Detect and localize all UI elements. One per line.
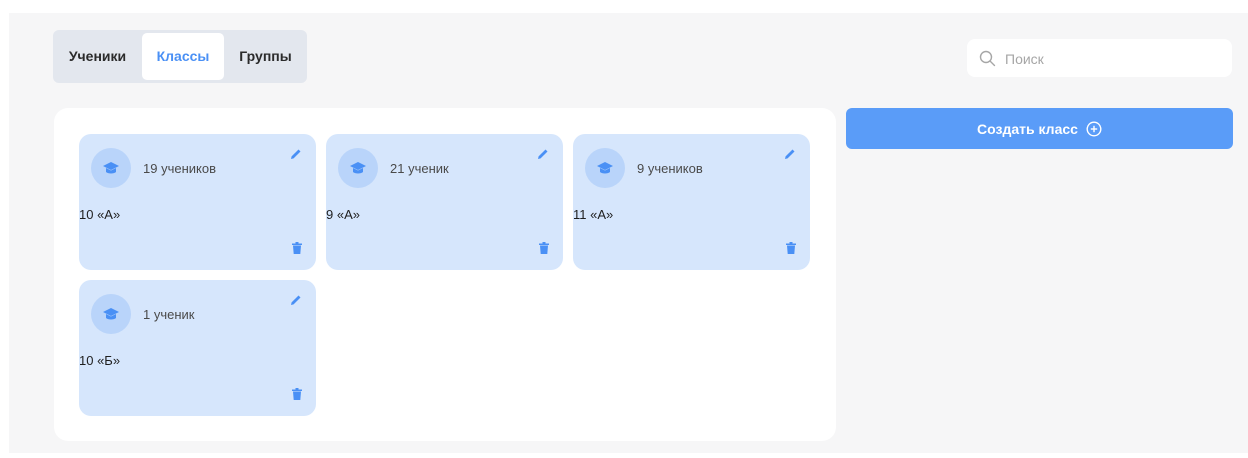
class-name: 11 «А» [573, 207, 614, 222]
class-card[interactable]: 1 ученик 10 «Б» [79, 280, 316, 416]
class-card[interactable]: 9 учеников 11 «А» [573, 134, 810, 270]
class-card[interactable]: 21 ученик 9 «А» [326, 134, 563, 270]
class-name: 10 «А» [79, 207, 121, 222]
plus-circle-icon [1086, 120, 1102, 137]
pencil-icon[interactable] [784, 148, 796, 160]
student-count: 1 ученик [143, 307, 195, 322]
student-count: 21 ученик [390, 161, 449, 176]
tab-classes[interactable]: Классы [142, 33, 224, 80]
pencil-icon[interactable] [290, 148, 302, 160]
pencil-icon[interactable] [537, 148, 549, 160]
graduation-cap-icon [91, 148, 131, 188]
create-class-button[interactable]: Создать класс [846, 108, 1233, 149]
search-box[interactable] [967, 39, 1232, 79]
pencil-icon[interactable] [290, 294, 302, 306]
search-icon [979, 50, 996, 67]
tab-students[interactable]: Ученики [56, 33, 139, 80]
trash-icon[interactable] [292, 242, 302, 254]
student-count: 19 учеников [143, 161, 216, 176]
class-name: 10 «Б» [79, 353, 121, 368]
tabs-bar: Ученики Классы Группы [53, 30, 307, 83]
student-count: 9 учеников [637, 161, 703, 176]
trash-icon[interactable] [786, 242, 796, 254]
tab-groups[interactable]: Группы [227, 33, 304, 80]
class-name: 9 «А» [326, 207, 360, 222]
create-class-label: Создать класс [977, 120, 1078, 137]
class-card[interactable]: 19 учеников 10 «А» [79, 134, 316, 270]
trash-icon[interactable] [539, 242, 549, 254]
graduation-cap-icon [91, 294, 131, 334]
classes-panel: 19 учеников 10 «А» 21 ученик 9 «А» 9 уче… [54, 108, 836, 441]
trash-icon[interactable] [292, 388, 302, 400]
graduation-cap-icon [585, 148, 625, 188]
search-input[interactable] [1003, 39, 1227, 79]
graduation-cap-icon [338, 148, 378, 188]
